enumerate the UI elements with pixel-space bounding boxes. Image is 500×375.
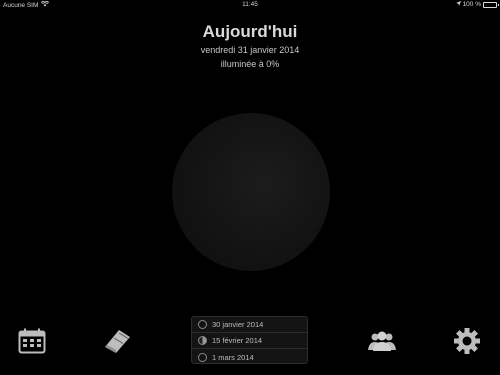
new-moon-icon (198, 320, 207, 329)
current-date: vendredi 31 janvier 2014 (200, 45, 300, 55)
battery-percent: 100 % (462, 1, 481, 8)
calendar-icon (18, 328, 46, 354)
gear-icon (454, 328, 480, 354)
page-title: Aujourd'hui (202, 22, 298, 41)
status-bar: Aucune SIM 11:45 100 % (0, 0, 500, 10)
notebook-icon (105, 330, 130, 353)
phase-date: 1 mars 2014 (212, 352, 254, 362)
moon-display (172, 113, 330, 271)
list-item[interactable]: 15 février 2014 (192, 333, 307, 349)
moon-image (172, 113, 330, 271)
location-icon (455, 1, 461, 8)
people-icon (368, 331, 396, 351)
notebook-button[interactable] (102, 326, 132, 356)
settings-button[interactable] (452, 326, 482, 356)
community-button[interactable] (367, 326, 397, 356)
phases-list: 30 janvier 2014 15 février 2014 1 mars 2… (191, 316, 308, 364)
status-time: 11:45 (242, 1, 258, 8)
full-moon-icon (198, 336, 207, 345)
battery-icon (483, 1, 499, 8)
illumination-text: illuminée à 0% (220, 59, 280, 69)
calendar-button[interactable] (17, 326, 47, 356)
header: Aujourd'hui vendredi 31 janvier 2014 ill… (0, 22, 500, 69)
new-moon-icon (198, 352, 207, 362)
phase-date: 15 février 2014 (212, 336, 263, 345)
list-item[interactable]: 30 janvier 2014 (192, 317, 307, 333)
status-right: 100 % (455, 1, 499, 8)
phase-date: 30 janvier 2014 (212, 320, 264, 329)
list-item[interactable]: 1 mars 2014 (192, 349, 307, 365)
